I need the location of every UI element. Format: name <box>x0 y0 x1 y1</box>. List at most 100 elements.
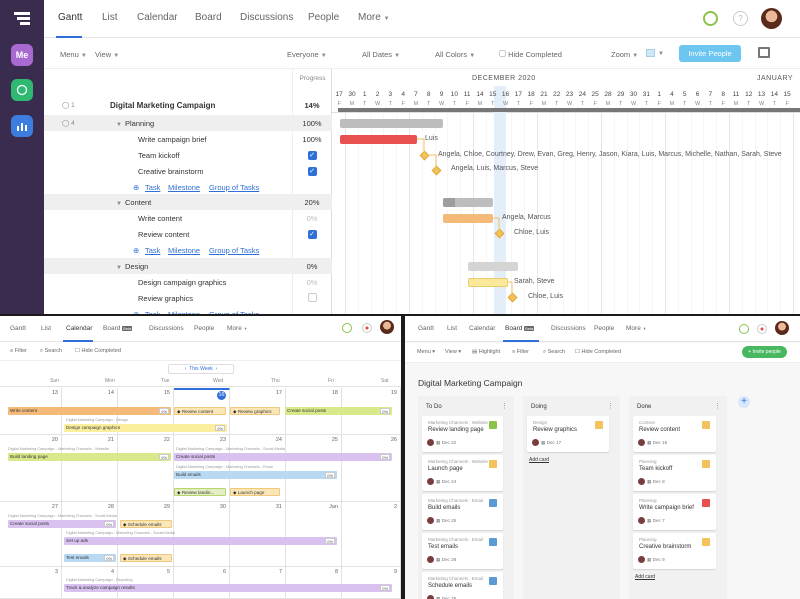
calendar-day-cell[interactable]: 31 <box>230 502 286 567</box>
this-week-button[interactable]: ‹ This Week › <box>168 364 234 374</box>
timer-icon[interactable] <box>703 11 718 26</box>
calendar-event[interactable]: Write content 0% <box>8 407 171 415</box>
card-color-tag-icon[interactable] <box>702 499 710 507</box>
everyone-filter[interactable]: Everyone ▼ <box>287 50 327 59</box>
group-row[interactable]: ▼ Content 20% <box>44 194 332 210</box>
add-task-link[interactable]: Task <box>145 246 160 255</box>
colors-filter[interactable]: All Colors ▼ <box>435 50 475 59</box>
calendar-event[interactable]: Build emails 0% <box>174 471 337 479</box>
board-card[interactable]: Marketing Channels : Website Review landi… <box>422 416 503 452</box>
column-menu-icon[interactable]: ⋮ <box>501 402 508 410</box>
calendar-day-cell[interactable]: 22 <box>118 435 174 502</box>
tab-gantt[interactable]: Gantt <box>10 325 26 332</box>
board-card[interactable]: Marketing Channels : Email Schedule email… <box>422 572 503 599</box>
add-milestone-link[interactable]: Milestone <box>168 183 200 192</box>
tab-people[interactable]: People <box>594 325 614 332</box>
add-milestone-link[interactable]: Milestone <box>168 310 200 315</box>
tab-discussions[interactable]: Discussions <box>551 325 586 332</box>
view-dropdown[interactable]: View ▼ <box>95 50 119 59</box>
calendar-event[interactable]: Test emails 0% <box>64 554 116 562</box>
tab-more[interactable]: More ▼ <box>626 325 647 332</box>
task-row[interactable]: Design campaign graphics 0% <box>44 274 332 290</box>
group-row[interactable]: ◯ 4 ▼ Planning 100% <box>44 115 332 131</box>
card-color-tag-icon[interactable] <box>702 421 710 429</box>
color-swatch-icon[interactable] <box>646 49 655 57</box>
card-color-tag-icon[interactable] <box>702 538 710 546</box>
tab-more[interactable]: More ▼ <box>358 12 390 23</box>
add-task-link[interactable]: Task <box>145 183 160 192</box>
task-name[interactable]: Write campaign brief <box>138 135 207 144</box>
timer-icon[interactable] <box>739 324 749 334</box>
calendar-day-cell[interactable]: 21 <box>62 435 118 502</box>
calendar-event[interactable]: Create social posts 0% <box>8 520 116 528</box>
menu-dropdown[interactable]: Menu ▼ <box>60 50 87 59</box>
card-color-tag-icon[interactable] <box>489 499 497 507</box>
calendar-event[interactable]: Track & analyze campaign results 0% <box>64 584 392 592</box>
calendar-event[interactable]: ◆ Review graphics <box>230 407 280 415</box>
add-group-link[interactable]: Group of Tasks <box>209 246 259 255</box>
tab-list[interactable]: List <box>41 325 51 332</box>
group-name[interactable]: Content <box>125 198 151 207</box>
hide-completed-toggle[interactable]: Hide Completed <box>499 50 562 59</box>
task-name[interactable]: Design campaign graphics <box>138 278 226 287</box>
zoom-dropdown[interactable]: Zoom ▼ <box>611 50 638 59</box>
chevron-down-icon[interactable]: ▼ <box>116 262 122 271</box>
card-color-tag-icon[interactable] <box>702 460 710 468</box>
task-row[interactable]: Creative brainstorm ✓ <box>44 163 332 179</box>
add-icon[interactable]: ⊕ <box>133 310 139 315</box>
highlight-button[interactable]: ▤ Highlight <box>472 349 500 355</box>
calendar-day-cell[interactable]: 25 <box>286 435 342 502</box>
tab-board[interactable]: Board Beta <box>103 325 133 332</box>
add-group-link[interactable]: Group of Tasks <box>209 183 259 192</box>
my-work-button[interactable]: Me <box>11 44 33 66</box>
tab-list[interactable]: List <box>102 12 118 23</box>
add-card-link[interactable]: Add card <box>635 574 655 580</box>
search-input[interactable]: ⌕ Search <box>40 348 62 355</box>
calendar-day-cell[interactable]: 4 <box>62 567 118 599</box>
complete-checkbox[interactable]: ✓ <box>307 167 317 176</box>
board-card[interactable]: Planning Write campaign brief ▦ Dec 7 <box>633 494 716 530</box>
complete-checkbox[interactable]: ✓ <box>307 151 317 160</box>
board-card[interactable]: Marketing Channels : Email Test emails ▦ D… <box>422 533 503 569</box>
task-name[interactable]: Review graphics <box>138 294 193 303</box>
add-card-link[interactable]: Add card <box>529 457 549 463</box>
chat-icon[interactable] <box>11 79 33 101</box>
card-color-tag-icon[interactable] <box>595 421 603 429</box>
avatar[interactable] <box>380 320 394 334</box>
tab-people[interactable]: People <box>308 12 339 23</box>
calendar-event[interactable]: Create social posts 0% <box>285 407 392 415</box>
tab-people[interactable]: People <box>194 325 214 332</box>
board-card[interactable]: Design Review graphics ▦ Dec 17 <box>527 416 609 452</box>
calendar-day-cell[interactable]: 30 <box>174 502 230 567</box>
filter-button[interactable]: ≡ Filter <box>512 349 529 355</box>
calendar-event[interactable]: ◆ Schedule emails <box>120 520 172 528</box>
comment-icon[interactable]: ◯ 4 <box>62 119 75 127</box>
hide-completed-toggle[interactable]: ☐ Hide Completed <box>75 348 121 354</box>
board-card[interactable]: Content Review content ▦ Dec 16 <box>633 416 716 452</box>
task-name[interactable]: Write content <box>138 214 182 223</box>
help-icon[interactable] <box>362 323 372 333</box>
calendar-day-cell[interactable]: 8 <box>286 567 342 599</box>
calendar-event[interactable]: Set up ads 0% <box>64 537 337 545</box>
filter-button[interactable]: ≡ Filter <box>10 348 27 354</box>
project-row[interactable]: ◯ 1 Digital Marketing Campaign 14% <box>44 97 332 113</box>
task-row[interactable]: Review content ✓ <box>44 226 332 242</box>
calendar-event[interactable]: ◆ Review content <box>174 407 226 415</box>
present-icon[interactable] <box>758 47 770 58</box>
task-row[interactable]: Team kickoff ✓ <box>44 147 332 163</box>
tab-gantt[interactable]: Gantt <box>418 325 434 332</box>
tab-discussions[interactable]: Discussions <box>240 12 293 23</box>
card-color-tag-icon[interactable] <box>489 577 497 585</box>
complete-checkbox[interactable] <box>307 292 317 302</box>
tab-list[interactable]: List <box>447 325 457 332</box>
chevron-down-icon[interactable]: ▼ <box>116 119 122 128</box>
dates-filter[interactable]: All Dates ▼ <box>362 50 400 59</box>
invite-people-button[interactable]: Invite People <box>679 45 741 62</box>
calendar-day-cell[interactable]: 27 <box>0 502 62 567</box>
group-row[interactable]: ▼ Design 0% <box>44 258 332 274</box>
calendar-day-cell[interactable]: 26 <box>342 435 401 502</box>
tab-gantt[interactable]: Gantt <box>58 12 82 23</box>
project-name[interactable]: Digital Marketing Campaign <box>110 101 215 110</box>
add-milestone-link[interactable]: Milestone <box>168 246 200 255</box>
board-card[interactable]: Planning Team kickoff ▦ Dec 8 <box>633 455 716 491</box>
